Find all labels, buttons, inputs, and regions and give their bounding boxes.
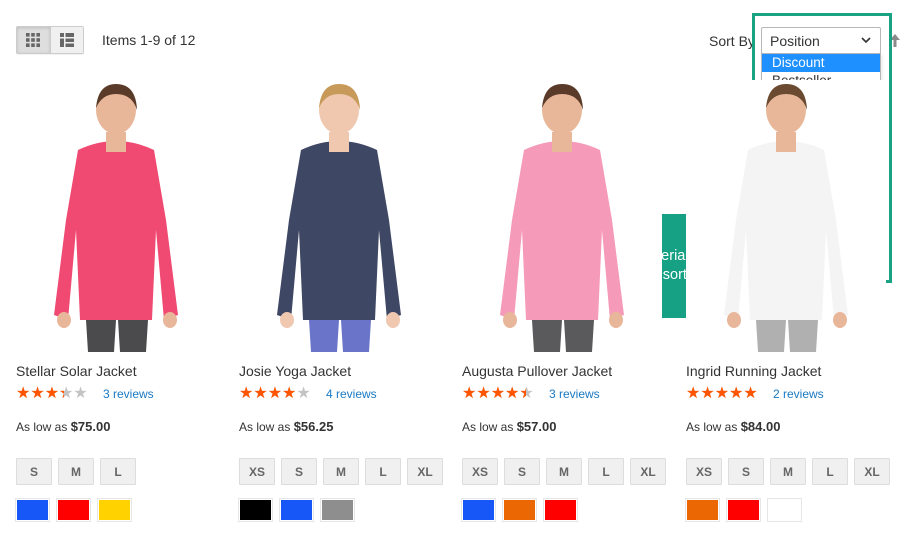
reviews-link[interactable]: 3 reviews xyxy=(549,387,600,401)
product-rating: ★★★★★ ★★★★★ 2 reviews xyxy=(686,386,824,402)
color-swatch[interactable] xyxy=(320,498,355,522)
color-swatch[interactable] xyxy=(56,498,91,522)
price-amount: $57.00 xyxy=(516,419,557,434)
rating-stars-icon: ★★★★★ ★★★★★ xyxy=(462,385,534,402)
size-option-xs[interactable]: XS xyxy=(239,458,275,485)
product-name[interactable]: Ingrid Running Jacket xyxy=(686,363,821,379)
product-photo[interactable] xyxy=(686,80,886,352)
size-option-xl[interactable]: XL xyxy=(630,458,666,485)
color-swatch[interactable] xyxy=(279,498,314,522)
grid-icon xyxy=(26,33,41,47)
grid-mode-button[interactable] xyxy=(17,27,50,53)
rating-stars-icon: ★★★★★ ★★★★★ xyxy=(239,385,311,402)
rating-stars-icon: ★★★★★ ★★★★★ xyxy=(16,385,88,402)
size-option-s[interactable]: S xyxy=(281,458,317,485)
color-options xyxy=(685,498,809,522)
color-swatch[interactable] xyxy=(502,498,537,522)
price-amount: $84.00 xyxy=(740,419,781,434)
size-option-m[interactable]: M xyxy=(323,458,359,485)
reviews-link[interactable]: 3 reviews xyxy=(103,387,154,401)
product-name[interactable]: Josie Yoga Jacket xyxy=(239,363,351,379)
color-swatch[interactable] xyxy=(97,498,132,522)
size-option-xl[interactable]: XL xyxy=(854,458,890,485)
list-mode-button[interactable] xyxy=(49,27,83,53)
sort-by-label: Sort By xyxy=(709,33,755,49)
color-swatch[interactable] xyxy=(15,498,50,522)
size-option-m[interactable]: M xyxy=(58,458,94,485)
product-rating: ★★★★★ ★★★★★ 4 reviews xyxy=(239,386,377,402)
price-amount: $56.25 xyxy=(293,419,334,434)
color-swatch[interactable] xyxy=(726,498,761,522)
price-prefix: As low as xyxy=(686,420,741,434)
price-amount: $75.00 xyxy=(70,419,111,434)
product-rating: ★★★★★ ★★★★★ 3 reviews xyxy=(16,386,154,402)
toolbar-amount: Items 1-9 of 12 xyxy=(102,32,196,48)
product-price: As low as $84.00 xyxy=(686,419,780,434)
size-options: XS S M L XL xyxy=(239,458,449,485)
size-option-l[interactable]: L xyxy=(812,458,848,485)
product-name[interactable]: Stellar Solar Jacket xyxy=(16,363,137,379)
view-mode-switcher xyxy=(16,26,84,54)
size-options: XS S M L XL xyxy=(686,458,896,485)
size-option-xs[interactable]: XS xyxy=(462,458,498,485)
product-price: As low as $75.00 xyxy=(16,419,110,434)
color-swatch[interactable] xyxy=(461,498,496,522)
color-swatch[interactable] xyxy=(767,498,802,522)
size-option-xs[interactable]: XS xyxy=(686,458,722,485)
color-swatch[interactable] xyxy=(238,498,273,522)
reviews-link[interactable]: 2 reviews xyxy=(773,387,824,401)
size-options: SML xyxy=(16,458,142,485)
color-swatch[interactable] xyxy=(543,498,578,522)
product-name[interactable]: Augusta Pullover Jacket xyxy=(462,363,612,379)
size-option-l[interactable]: L xyxy=(100,458,136,485)
size-option-s[interactable]: S xyxy=(728,458,764,485)
size-option-s[interactable]: S xyxy=(16,458,52,485)
size-option-s[interactable]: S xyxy=(504,458,540,485)
size-option-l[interactable]: L xyxy=(365,458,401,485)
size-option-m[interactable]: M xyxy=(546,458,582,485)
price-prefix: As low as xyxy=(462,420,517,434)
product-photo[interactable] xyxy=(462,80,662,352)
price-prefix: As low as xyxy=(16,420,71,434)
product-price: As low as $57.00 xyxy=(462,419,556,434)
reviews-link[interactable]: 4 reviews xyxy=(326,387,377,401)
size-options: XS S M L XL xyxy=(462,458,672,485)
product-rating: ★★★★★ ★★★★★ 3 reviews xyxy=(462,386,600,402)
color-options xyxy=(461,498,585,522)
color-options xyxy=(15,498,139,522)
product-price: As low as $56.25 xyxy=(239,419,333,434)
size-option-xl[interactable]: XL xyxy=(407,458,443,485)
size-option-l[interactable]: L xyxy=(588,458,624,485)
size-option-m[interactable]: M xyxy=(770,458,806,485)
rating-stars-icon: ★★★★★ ★★★★★ xyxy=(686,385,758,402)
color-options xyxy=(238,498,362,522)
price-prefix: As low as xyxy=(239,420,294,434)
product-photo[interactable] xyxy=(239,80,439,352)
list-icon xyxy=(59,33,74,47)
product-photo[interactable] xyxy=(16,80,216,352)
color-swatch[interactable] xyxy=(685,498,720,522)
